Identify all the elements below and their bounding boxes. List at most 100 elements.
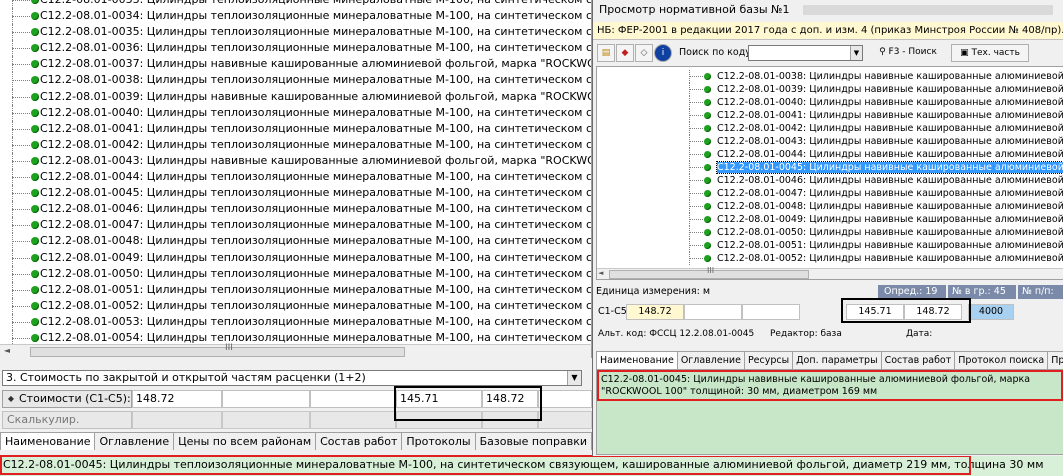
viewer-tree-row[interactable]: С12.2-08.01-0051: Цилиндры навивные каши…	[597, 239, 1063, 252]
viewer-tree-row[interactable]: С12.2-08.01-0040: Цилиндры навивные каши…	[597, 96, 1063, 109]
cost-cell-3[interactable]	[310, 390, 396, 408]
tab-protocol[interactable]: Проток	[1047, 351, 1063, 369]
tab-resources[interactable]: Ресурсы	[743, 351, 794, 369]
viewer-tree-row[interactable]: С12.2-08.01-0049: Цилиндры навивные каши…	[597, 213, 1063, 226]
viewer-tree-row[interactable]: С12.2-08.01-0052: Цилиндры навивные каши…	[597, 252, 1063, 265]
left-horizontal-scrollbar[interactable]: ◄ III	[0, 343, 592, 358]
left-tree-view[interactable]: С12.2-08.01-0033: Цилиндры теплоизоляцио…	[0, 0, 592, 344]
tree-row[interactable]: С12.2-08.01-0049: Цилиндры теплоизоляцио…	[0, 249, 591, 266]
viewer-tree-row[interactable]: С12.2-08.01-0045: Цилиндры навивные каши…	[597, 161, 1063, 174]
viewer-toolbar: ▤ ◆ ◇ i Поиск по коду: ▼ ⚲ F3 - Поиск ▣ …	[593, 42, 1063, 64]
tree-row[interactable]: С12.2-08.01-0054: Цилиндры теплоизоляцио…	[0, 329, 591, 344]
tree-row[interactable]: С12.2-08.01-0040: Цилиндры теплоизоляцио…	[0, 104, 591, 121]
tab-contents[interactable]: Оглавление	[94, 432, 175, 450]
tree-row[interactable]: С12.2-08.01-0046: Цилиндры теплоизоляцио…	[0, 201, 591, 218]
tab-base-corrections[interactable]: Базовые поправки	[474, 432, 592, 450]
tree-row-label: С12.2-08.01-0036: Цилиндры теплоизоляцио…	[40, 41, 592, 55]
tree-row-label: С12.2-08.01-0035: Цилиндры теплоизоляцио…	[40, 25, 592, 39]
viewer-tree-row[interactable]: С12.2-08.01-0050: Цилиндры навивные каши…	[597, 226, 1063, 239]
scroll-left-arrow-icon[interactable]: ◄	[1, 346, 13, 358]
tree-row[interactable]: С12.2-08.01-0038: Цилиндры теплоизоляцио…	[0, 72, 591, 89]
scroll-grip: III	[707, 266, 715, 275]
tech-part-button[interactable]: ▣ Тех. часть	[951, 44, 1029, 62]
tree-row-label: С12.2-08.01-0052: Цилиндры теплоизоляцио…	[40, 298, 592, 312]
tree-row[interactable]: С12.2-08.01-0051: Цилиндры теплоизоляцио…	[0, 281, 591, 298]
viewer-tree-row[interactable]: С12.2-08.01-0039: Цилиндры навивные каши…	[597, 83, 1063, 96]
window-title-bar[interactable]: Просмотр нормативной базы №1	[593, 0, 1063, 20]
window-title: Просмотр нормативной базы №1	[599, 3, 790, 16]
tree-row-label: С12.2-08.01-0047: Цилиндры теплоизоляцио…	[40, 218, 592, 232]
tree-row[interactable]: С12.2-08.01-0037: Цилиндры навивные каши…	[0, 56, 592, 73]
open-icon[interactable]: ◆	[616, 44, 634, 62]
c1-cell-2[interactable]	[684, 304, 742, 320]
tech-part-label: Тех. часть	[971, 48, 1020, 58]
code-search-input[interactable]: ▼	[748, 45, 863, 61]
scroll-left-arrow-icon[interactable]: ◄	[598, 269, 603, 277]
viewer-tree-row-label: С12.2-08.01-0046: Цилиндры навивные каши…	[717, 175, 1063, 186]
editor-label: Редактор: база	[770, 329, 842, 339]
tree-row[interactable]: С12.2-08.01-0041: Цилиндры теплоизоляцио…	[0, 120, 591, 137]
cost-cell-6[interactable]	[538, 390, 592, 408]
node-bullet-icon	[31, 221, 39, 230]
tab-name[interactable]: Наименование	[596, 351, 678, 369]
tab-name[interactable]: Наименование	[0, 432, 96, 450]
viewer-tree-row-label: С12.2-08.01-0044: Цилиндры навивные каши…	[717, 149, 1063, 160]
unit-line: Единица измерения: м Опред.: 19 № в гр.:…	[596, 285, 1063, 299]
tree-row[interactable]: С12.2-08.01-0034: Цилиндры теплоизоляцио…	[0, 8, 591, 25]
viewer-tree-row[interactable]: С12.2-08.01-0046: Цилиндры навивные каши…	[597, 174, 1063, 187]
tree-row[interactable]: С12.2-08.01-0048: Цилиндры теплоизоляцио…	[0, 233, 591, 250]
node-bullet-icon	[31, 189, 39, 198]
tree-row[interactable]: С12.2-08.01-0044: Цилиндры теплоизоляцио…	[0, 169, 591, 186]
cost-cell-2[interactable]	[222, 390, 310, 408]
viewer-tree-row[interactable]: С12.2-08.01-0044: Цилиндры навивные каши…	[597, 148, 1063, 161]
expand-toggle-icon[interactable]: ◆	[6, 394, 16, 404]
c1-cell-1[interactable]: 148.72	[626, 304, 684, 320]
tab-work-composition[interactable]: Состав работ	[315, 432, 403, 450]
c1-cell-3[interactable]	[742, 304, 800, 320]
chevron-down-icon[interactable]: ▼	[850, 46, 862, 60]
tab-search-log[interactable]: Протокол поиска	[954, 351, 1049, 369]
viewer-tree-row-label: С12.2-08.01-0038: Цилиндры навивные каши…	[717, 71, 1063, 82]
tab-extra-params[interactable]: Доп. параметры	[792, 351, 882, 369]
chevron-down-icon[interactable]: ▼	[567, 371, 581, 385]
viewer-tree-row[interactable]: С12.2-08.01-0048: Цилиндры навивные каши…	[597, 200, 1063, 213]
tree-row-label: С12.2-08.01-0037: Цилиндры навивные каши…	[40, 57, 592, 71]
node-bullet-icon	[704, 151, 711, 158]
tree-row[interactable]: С12.2-08.01-0050: Цилиндры теплоизоляцио…	[0, 265, 591, 282]
c1-cell-6[interactable]: 4000	[968, 304, 1014, 320]
tree-row[interactable]: С12.2-08.01-0036: Цилиндры теплоизоляцио…	[0, 40, 592, 57]
viewer-tree-row[interactable]: С12.2-08.01-0041: Цилиндры навивные каши…	[597, 109, 1063, 122]
viewer-tree[interactable]: С12.2-08.01-0038: Цилиндры навивные каши…	[596, 66, 1063, 280]
f3-search-button[interactable]: ⚲ F3 - Поиск	[869, 44, 947, 62]
viewer-tree-row[interactable]: С12.2-08.01-0047: Цилиндры навивные каши…	[597, 187, 1063, 200]
document-icon[interactable]: ▤	[597, 44, 615, 62]
resource-cell	[538, 411, 592, 429]
tree-row[interactable]: С12.2-08.01-0047: Цилиндры теплоизоляцио…	[0, 217, 592, 234]
cost-type-select[interactable]: 3. Стоимость по закрытой и открытой част…	[2, 370, 582, 386]
viewer-tree-row[interactable]: С12.2-08.01-0043: Цилиндры навивные каши…	[597, 135, 1063, 148]
node-bullet-icon	[31, 12, 39, 21]
viewer-tree-row[interactable]: С12.2-08.01-0042: Цилиндры навивные каши…	[597, 122, 1063, 135]
scroll-thumb[interactable]	[30, 347, 405, 357]
tab-prices-by-region[interactable]: Цены по всем районам	[173, 432, 317, 450]
cost-label[interactable]: ◆ Стоимости (С1-С5):	[2, 390, 132, 408]
tab-contents[interactable]: Оглавление	[676, 351, 745, 369]
tab-work-composition[interactable]: Состав работ	[880, 351, 956, 369]
tree-row[interactable]: С12.2-08.01-0042: Цилиндры теплоизоляцио…	[0, 136, 591, 153]
cost-cell-1[interactable]: 148.72	[132, 390, 222, 408]
eraser-icon[interactable]: ◇	[635, 44, 653, 62]
viewer-tabs: Наименование Оглавление Ресурсы Доп. параме…	[596, 351, 1063, 369]
tree-row[interactable]: С12.2-08.01-0039: Цилиндры навивные каши…	[0, 88, 591, 105]
tree-row[interactable]: С12.2-08.01-0045: Цилиндры теплоизоляцио…	[0, 185, 591, 202]
tree-row[interactable]: С12.2-08.01-0053: Цилиндры теплоизоляцио…	[0, 313, 591, 330]
highlight-box-left	[394, 386, 542, 421]
tree-row[interactable]: С12.2-08.01-0052: Цилиндры теплоизоляцио…	[0, 297, 592, 314]
info-icon[interactable]: i	[654, 44, 672, 62]
tree-row[interactable]: С12.2-08.01-0033: Цилиндры теплоизоляцио…	[0, 0, 591, 9]
viewer-horizontal-scrollbar[interactable]: ◄ III	[597, 266, 1063, 279]
tree-row[interactable]: С12.2-08.01-0035: Цилиндры теплоизоляцио…	[0, 24, 592, 41]
alt-code: Альт. код: ФССЦ 12.2.08.01-0045	[598, 329, 755, 339]
tab-protocols[interactable]: Протоколы	[401, 432, 476, 450]
tree-row[interactable]: С12.2-08.01-0043: Цилиндры навивные каши…	[0, 152, 591, 170]
viewer-tree-row[interactable]: С12.2-08.01-0038: Цилиндры навивные каши…	[597, 70, 1063, 83]
